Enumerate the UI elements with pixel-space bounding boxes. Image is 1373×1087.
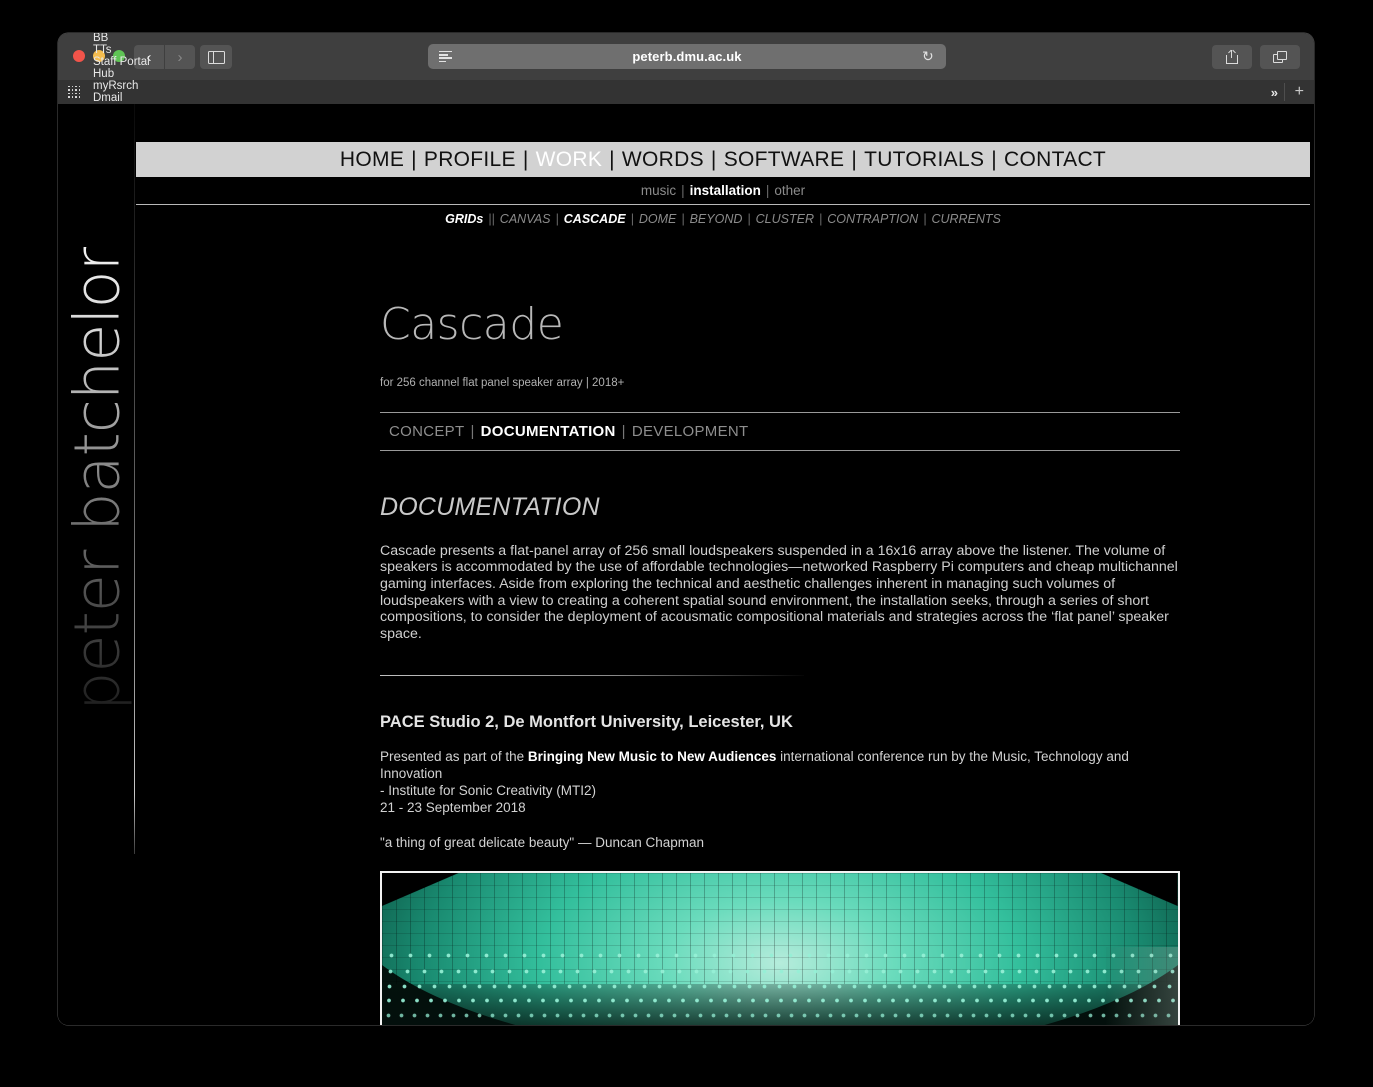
series-separator: | xyxy=(681,212,685,226)
toolbar-right-buttons xyxy=(1212,45,1300,69)
series-separator: | xyxy=(923,212,927,226)
bookmark-label: Dmail xyxy=(93,92,123,104)
nav-item-words[interactable]: WORDS xyxy=(622,148,704,172)
series-separator: | xyxy=(555,212,559,226)
browser-window: ‹ › peterb.dmu.ac.uk ↻ BB TTs Staff Port… xyxy=(58,33,1314,1025)
series-item-canvas[interactable]: CANVAS xyxy=(500,212,551,226)
series-separator: | xyxy=(747,212,751,226)
subnav-item-installation[interactable]: installation xyxy=(690,183,761,198)
bookmark-hub[interactable]: Hub xyxy=(93,68,160,80)
series-item-beyond[interactable]: BEYOND xyxy=(690,212,743,226)
nav-separator: | xyxy=(411,147,417,171)
bookmark-bb[interactable]: BB xyxy=(93,33,160,44)
nav-item-work[interactable]: WORK xyxy=(536,148,603,172)
venue-title: PACE Studio 2, De Montfort University, L… xyxy=(380,713,793,732)
tab-overview-button[interactable] xyxy=(1260,45,1300,69)
cascade-installation-hero-image xyxy=(382,872,1178,1025)
tab-development[interactable]: DEVELOPMENT xyxy=(632,423,749,440)
bookmark-staff-portal[interactable]: Staff Portal xyxy=(93,56,160,68)
sidebar-divider xyxy=(134,104,135,854)
nav-item-contact[interactable]: CONTACT xyxy=(1004,148,1106,172)
nav-separator: | xyxy=(991,147,998,171)
apps-grid-icon[interactable] xyxy=(68,85,81,99)
subnav-separator: | xyxy=(765,183,770,198)
share-button[interactable] xyxy=(1212,45,1252,69)
reload-icon[interactable]: ↻ xyxy=(922,49,936,63)
address-bar[interactable]: peterb.dmu.ac.uk ↻ xyxy=(428,44,946,69)
work-subtitle: for 256 channel flat panel speaker array… xyxy=(380,376,625,389)
bookmark-tts[interactable]: TTs xyxy=(93,44,160,56)
main-navigation: HOME | PROFILE | WORK | WORDS | SOFTWARE | TUTORIA… xyxy=(136,142,1310,177)
series-separator: | xyxy=(630,212,634,226)
series-separator: | xyxy=(818,212,823,226)
bookmark-myrsrch[interactable]: myRsrch xyxy=(93,80,160,92)
bookmark-label: TTs xyxy=(93,44,112,56)
sidebar-toggle-button[interactable] xyxy=(200,45,232,69)
sidebar-icon xyxy=(207,50,225,64)
hero-image-frame xyxy=(380,870,1180,1025)
bookmark-label: myRsrch xyxy=(93,80,139,92)
series-item-contraption[interactable]: CONTRAPTION xyxy=(827,212,918,226)
share-icon xyxy=(1226,50,1238,64)
bookmark-label: BB xyxy=(93,33,109,44)
series-item-grids[interactable]: GRIDs xyxy=(445,212,483,226)
speaker-array xyxy=(382,952,1178,1025)
venue-dates: 21 - 23 September 2018 xyxy=(380,799,526,815)
venue-line1-prefix: Presented as part of the xyxy=(380,749,528,765)
section-body-text: Cascade presents a flat-panel array of 2… xyxy=(380,542,1178,642)
subnav-item-other[interactable]: other xyxy=(774,183,805,198)
page-title: Cascade xyxy=(380,299,564,351)
nav-item-profile[interactable]: PROFILE xyxy=(424,148,516,172)
nav-separator: | xyxy=(851,147,858,171)
work-tabs: CONCEPT | DOCUMENTATION | DEVELOPMENT xyxy=(380,413,1180,450)
series-item-currents[interactable]: CURRENTS xyxy=(931,212,1000,226)
site-title-text: peter batchelor xyxy=(60,247,134,711)
venue-details: Presented as part of the Bringing New Mu… xyxy=(380,749,1180,817)
bookmark-label: Staff Portal xyxy=(93,56,150,68)
tab-separator: | xyxy=(470,422,475,440)
bookmarks-bar: ResourceListNews▾Apple▾MATDMU▾StaffBBTTs… xyxy=(58,33,1314,212)
press-quote: "a thing of great delicate beauty" — Dun… xyxy=(380,834,705,850)
main-navigation-list: HOME | PROFILE | WORK | WORDS | SOFTWARE | TUTORIA… xyxy=(340,148,1106,172)
venue-line2: - Institute for Sonic Creativity (MTI2) xyxy=(380,783,597,799)
nav-separator: | xyxy=(710,147,717,171)
tab-concept[interactable]: CONCEPT xyxy=(389,423,464,440)
subnav-item-music[interactable]: music xyxy=(641,183,676,198)
url-text: peterb.dmu.ac.uk xyxy=(632,49,742,64)
bookmark-dmail[interactable]: Dmail xyxy=(93,92,160,104)
reader-view-icon[interactable] xyxy=(439,51,452,62)
series-item-dome[interactable]: DOME xyxy=(639,212,677,226)
work-article: Cascade for 256 channel flat panel speak… xyxy=(380,274,1180,1025)
nav-item-software[interactable]: SOFTWARE xyxy=(724,148,845,172)
nav-separator: | xyxy=(522,147,529,171)
nav-separator: | xyxy=(609,147,615,171)
bookmark-label: Hub xyxy=(93,68,115,80)
site-title-vertical: peter batchelor xyxy=(58,104,136,854)
series-navigation: GRIDs || CANVAS | CASCADE | DOME | BEYOND | CLUSTE… xyxy=(136,212,1310,226)
close-window-button[interactable] xyxy=(73,50,85,62)
series-separator: || xyxy=(488,212,495,226)
category-navigation: music | installation | other xyxy=(136,177,1310,205)
tab-separator: | xyxy=(621,422,626,440)
web-page: peter batchelor HOME | PROFILE | WORK | WORDS |… xyxy=(58,104,1314,1025)
nav-item-tutorials[interactable]: TUTORIALS xyxy=(864,148,984,172)
series-item-cascade[interactable]: CASCADE xyxy=(564,212,626,226)
series-item-cluster[interactable]: CLUSTER xyxy=(756,212,814,226)
tab-documentation[interactable]: DOCUMENTATION xyxy=(481,423,616,440)
section-heading: DOCUMENTATION xyxy=(380,492,600,521)
new-tab-button[interactable]: + xyxy=(1283,83,1304,101)
section-divider xyxy=(380,675,804,677)
subnav-separator: | xyxy=(681,183,685,198)
nav-item-home[interactable]: HOME xyxy=(340,148,404,172)
bookmarks-overflow-button[interactable]: » xyxy=(1271,85,1278,100)
tabs-bottom-divider xyxy=(380,449,1180,451)
browser-toolbar: ‹ › peterb.dmu.ac.uk ↻ xyxy=(58,33,1314,80)
tabs-icon xyxy=(1273,50,1287,64)
venue-conference-name: Bringing New Music to New Audiences xyxy=(527,749,777,765)
